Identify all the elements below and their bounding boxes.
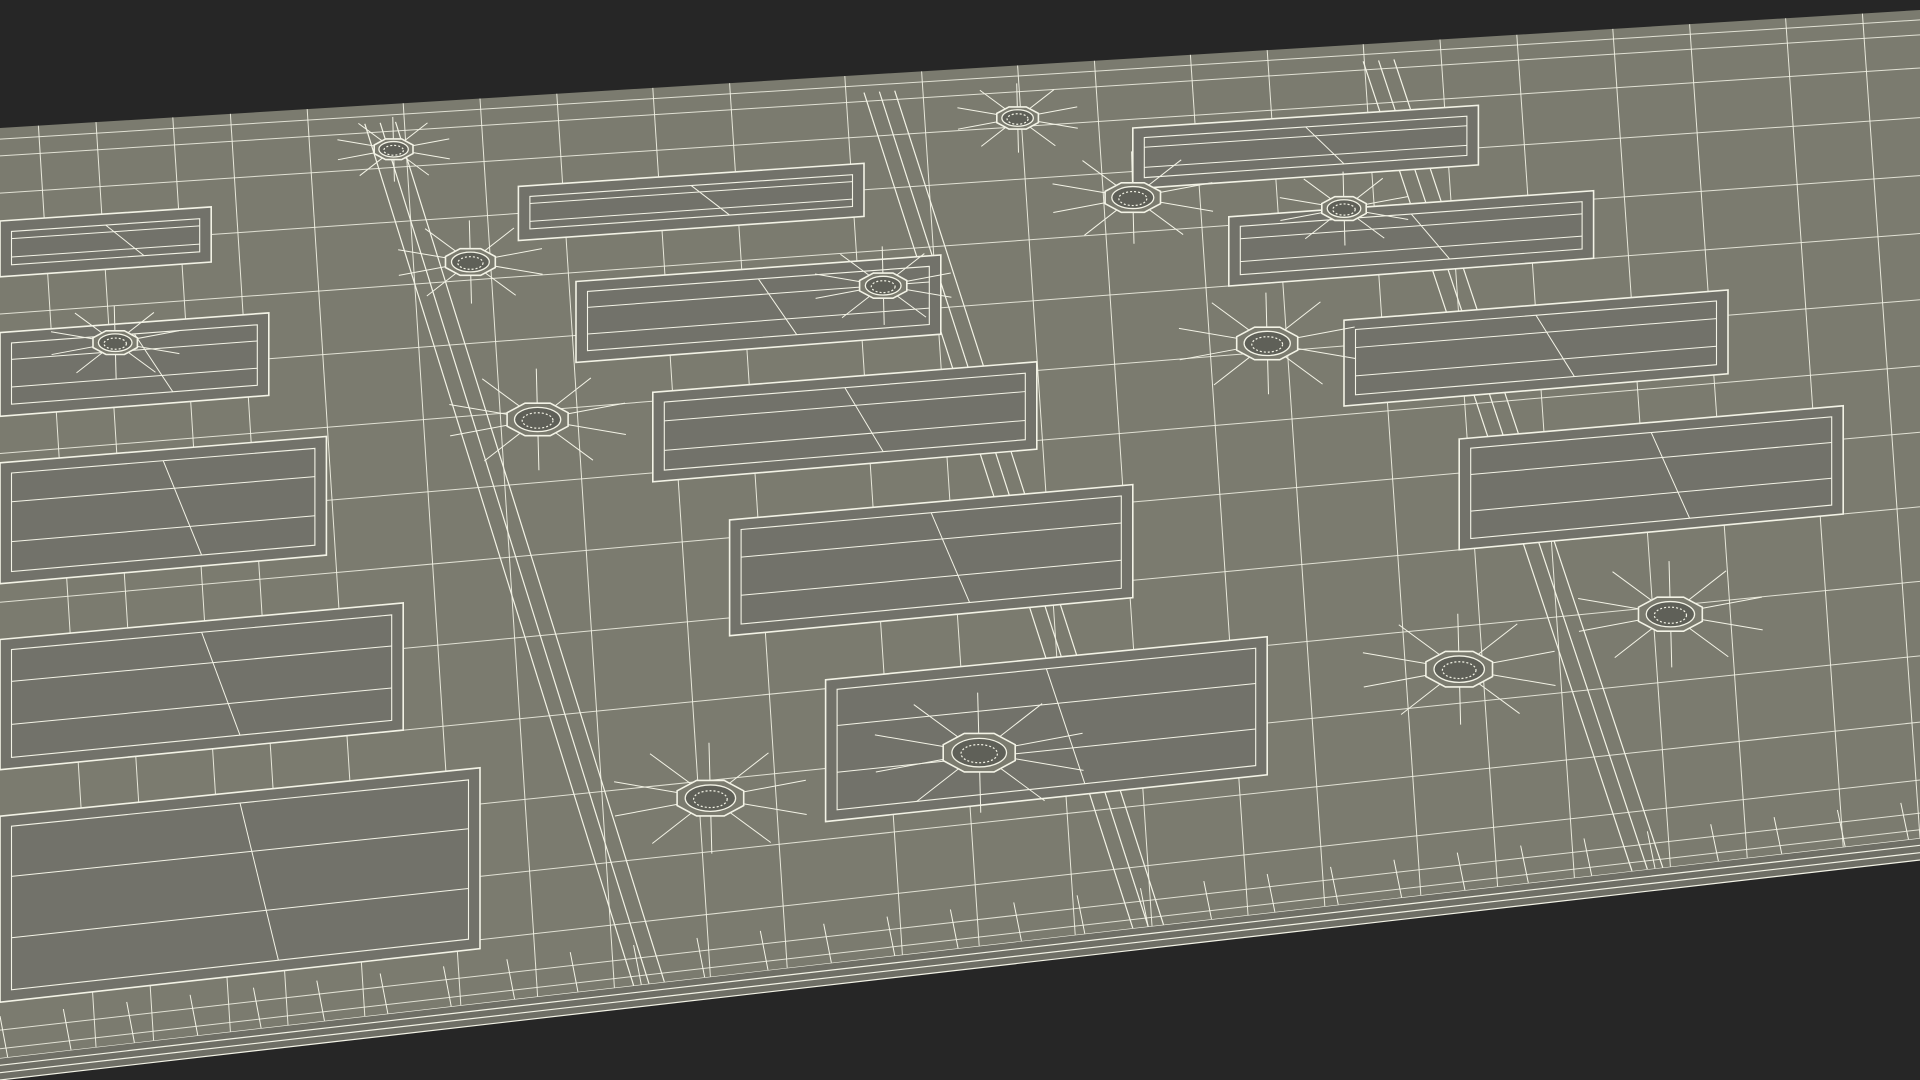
vent-opening <box>450 251 490 273</box>
vent-opening <box>864 275 902 296</box>
vent-opening <box>1645 600 1696 628</box>
vent-opening <box>1243 330 1291 357</box>
vent-opening <box>513 406 562 433</box>
wireframe-scene <box>0 0 1920 1080</box>
render-viewport[interactable] <box>0 0 1920 1080</box>
vent-opening <box>378 140 409 158</box>
